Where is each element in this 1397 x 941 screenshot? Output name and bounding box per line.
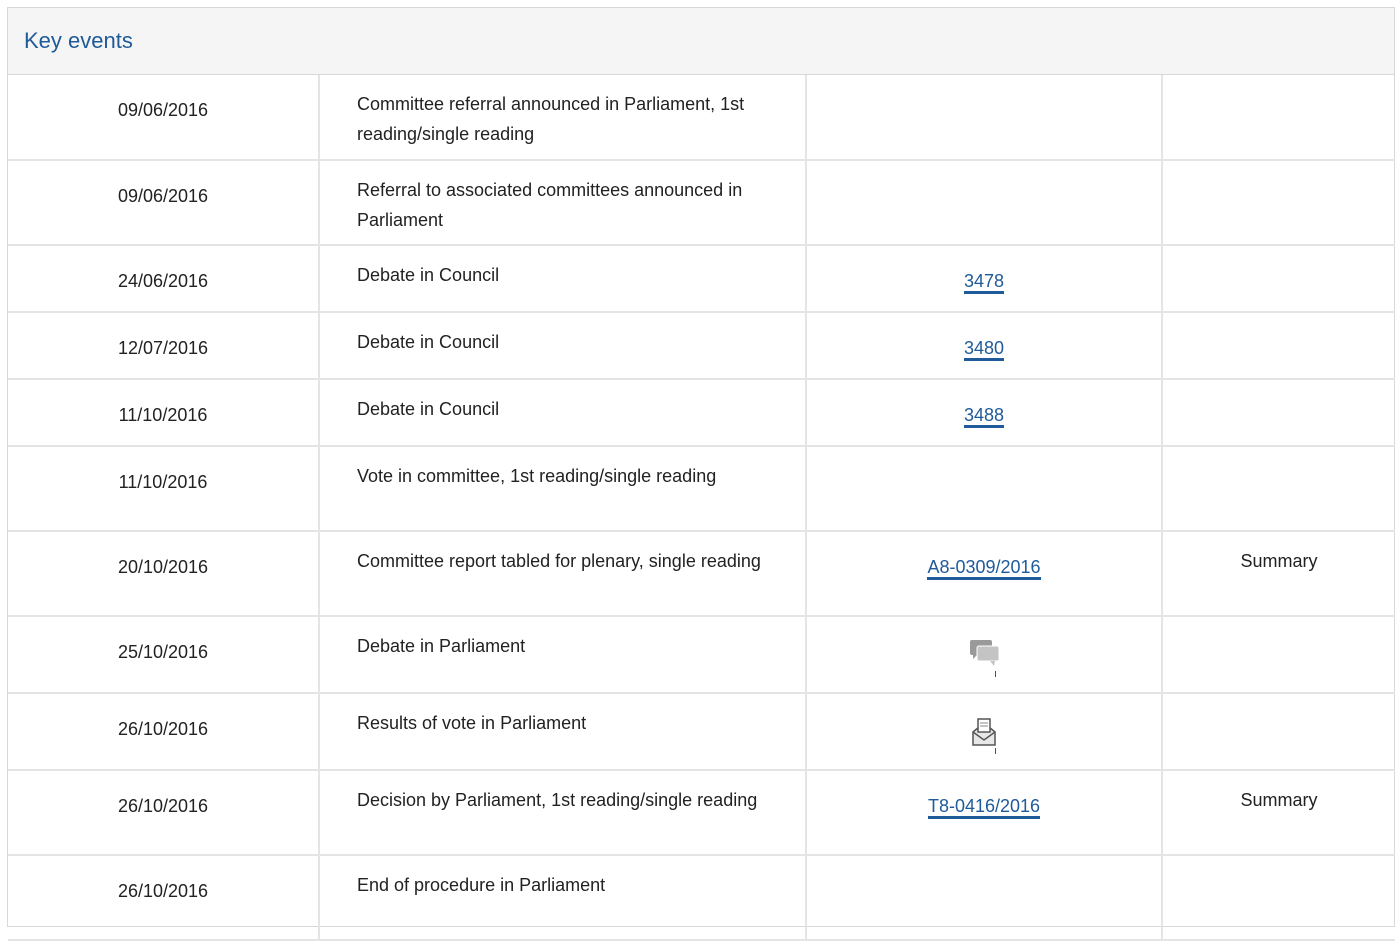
event-reference (806, 75, 1163, 161)
document-link[interactable]: 3478 (963, 271, 1005, 294)
event-date: 12/07/2016 (8, 312, 320, 380)
event-summary (1162, 312, 1395, 380)
event-row: 25/10/2016 Debate in Parliament (8, 616, 1395, 694)
document-link[interactable]: 3488 (963, 405, 1005, 428)
event-description: Decision by Parliament, 1st reading/sing… (319, 770, 807, 856)
event-row: 26/10/2016 Results of vote in Parliament (8, 693, 1395, 771)
key-events-panel: Key events 09/06/2016 Committee referral … (7, 7, 1395, 941)
event-reference (806, 693, 1163, 771)
event-date: 26/10/2016 (8, 770, 320, 856)
event-row: 11/10/2016 Vote in committee, 1st reading… (8, 446, 1395, 532)
event-reference (806, 855, 1163, 941)
event-description: Vote in committee, 1st reading/single re… (319, 446, 807, 532)
event-date: 20/10/2016 (8, 531, 320, 617)
event-summary (1162, 616, 1395, 694)
event-date: 09/06/2016 (8, 160, 320, 246)
event-description: Committee referral announced in Parliame… (319, 75, 807, 161)
event-row: 12/07/2016 Debate in Council 3480 (8, 312, 1395, 380)
event-summary (1162, 855, 1395, 941)
event-reference: A8-0309/2016 (806, 531, 1163, 617)
event-row: 24/06/2016 Debate in Council 3478 (8, 245, 1395, 313)
event-date: 11/10/2016 (8, 379, 320, 447)
event-description: Committee report tabled for plenary, sin… (319, 531, 807, 617)
vote-results-icon[interactable] (964, 714, 1004, 754)
event-summary (1162, 379, 1395, 447)
event-summary (1162, 693, 1395, 771)
event-description: Results of vote in Parliament (319, 693, 807, 771)
event-row: 09/06/2016 Referral to associated committ… (8, 160, 1395, 246)
event-summary[interactable]: Summary (1162, 531, 1395, 617)
key-events-table-body: 09/06/2016 Committee referral announced i… (8, 75, 1395, 941)
debate-icon[interactable] (964, 637, 1004, 677)
event-reference: 3480 (806, 312, 1163, 380)
event-date: 26/10/2016 (8, 855, 320, 941)
event-date: 26/10/2016 (8, 693, 320, 771)
event-reference (806, 446, 1163, 532)
event-row: 20/10/2016 Committee report tabled for pl… (8, 531, 1395, 617)
event-date: 25/10/2016 (8, 616, 320, 694)
event-summary (1162, 75, 1395, 161)
event-summary (1162, 160, 1395, 246)
event-reference: 3488 (806, 379, 1163, 447)
document-link[interactable]: T8-0416/2016 (927, 796, 1041, 819)
panel-header: Key events (8, 8, 1394, 75)
event-date: 09/06/2016 (8, 75, 320, 161)
document-link[interactable]: 3480 (963, 338, 1005, 361)
event-reference: 3478 (806, 245, 1163, 313)
event-row: 11/10/2016 Debate in Council 3488 (8, 379, 1395, 447)
document-link[interactable]: A8-0309/2016 (927, 557, 1041, 580)
event-reference (806, 160, 1163, 246)
key-events-table: 09/06/2016 Committee referral announced i… (8, 75, 1395, 941)
event-description: Debate in Council (319, 379, 807, 447)
event-summary (1162, 245, 1395, 313)
event-summary (1162, 446, 1395, 532)
event-reference: T8-0416/2016 (806, 770, 1163, 856)
event-date: 11/10/2016 (8, 446, 320, 532)
event-row: 26/10/2016 End of procedure in Parliament (8, 855, 1395, 941)
panel-title: Key events (24, 28, 133, 53)
event-description: Debate in Council (319, 245, 807, 313)
event-description: Referral to associated committees announ… (319, 160, 807, 246)
event-summary[interactable]: Summary (1162, 770, 1395, 856)
event-reference (806, 616, 1163, 694)
event-description: End of procedure in Parliament (319, 855, 807, 941)
event-description: Debate in Council (319, 312, 807, 380)
event-description: Debate in Parliament (319, 616, 807, 694)
event-date: 24/06/2016 (8, 245, 320, 313)
event-row: 09/06/2016 Committee referral announced i… (8, 75, 1395, 161)
event-row: 26/10/2016 Decision by Parliament, 1st re… (8, 770, 1395, 856)
